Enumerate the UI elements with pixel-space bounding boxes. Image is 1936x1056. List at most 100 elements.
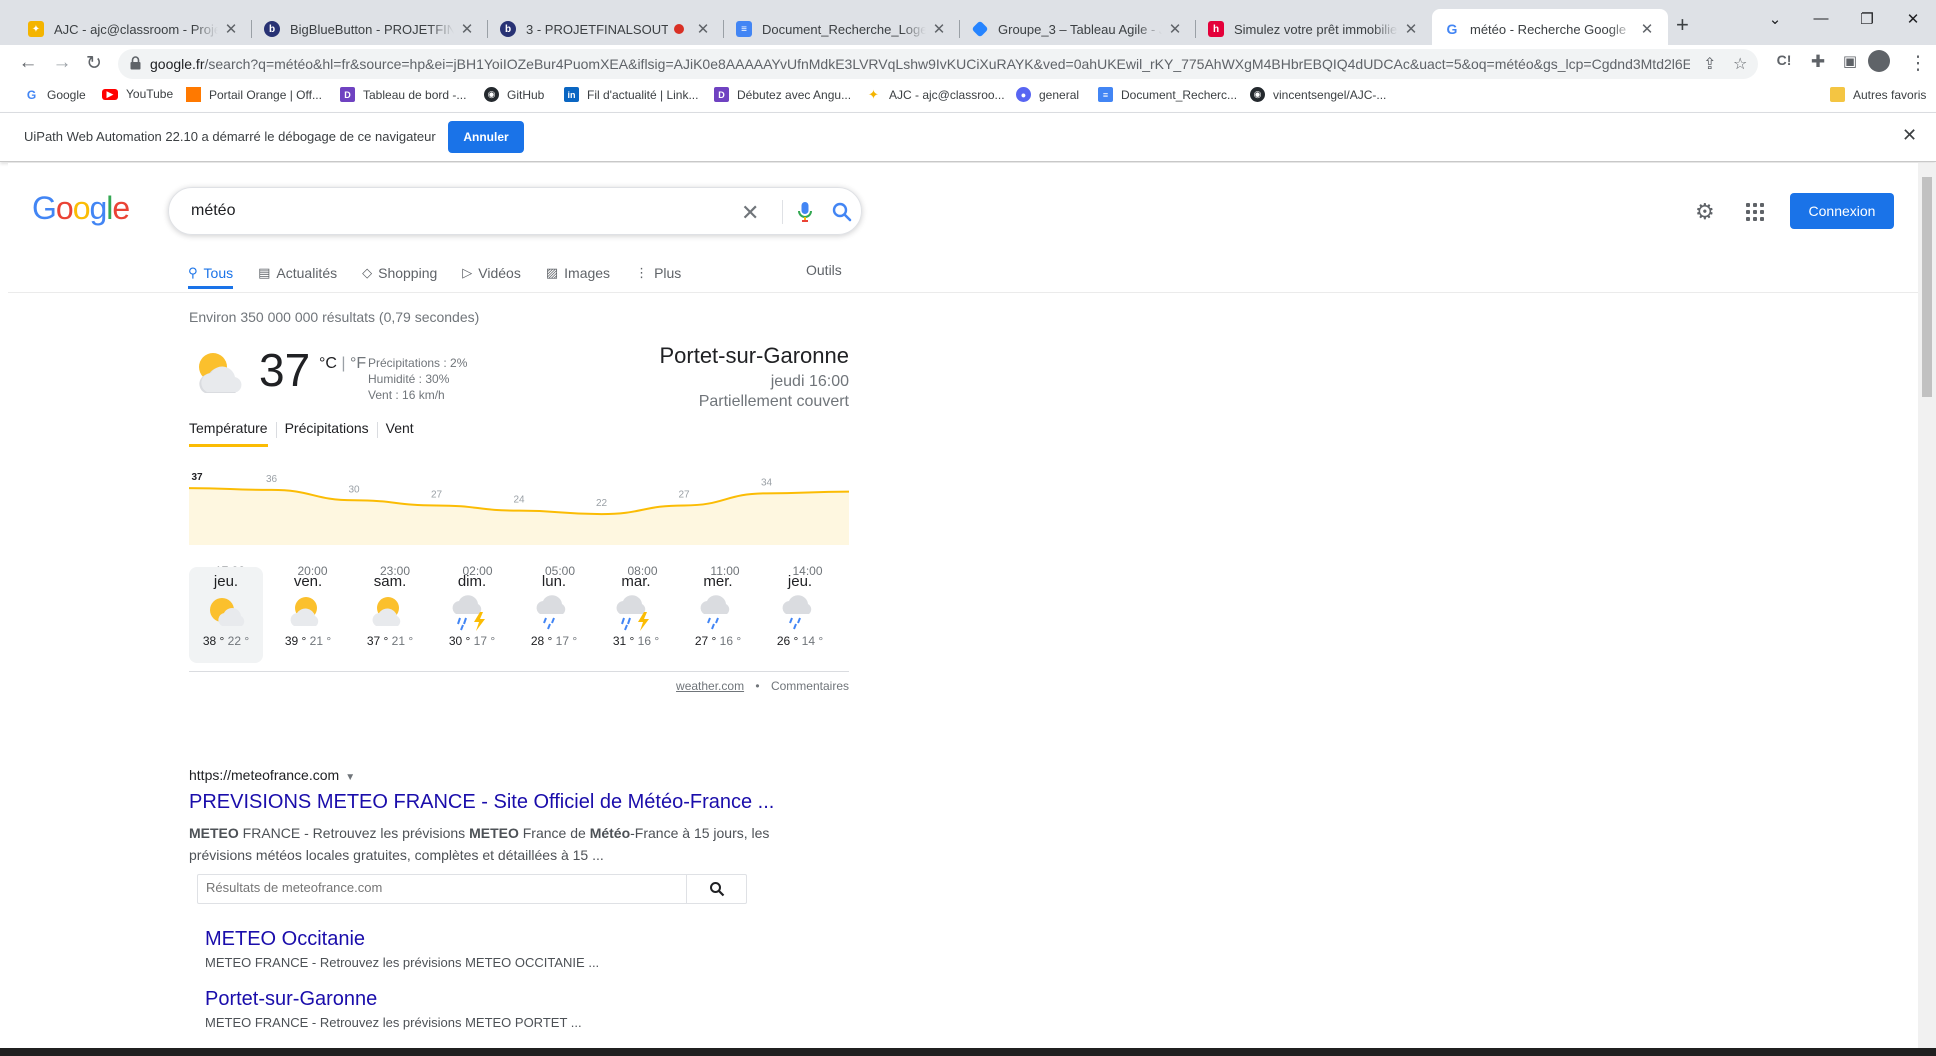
bookmark-item[interactable]: G Google bbox=[24, 87, 86, 102]
browser-tab[interactable]: ✦ AJC - ajc@classroom - Projet Fin ✕ bbox=[16, 9, 252, 49]
browser-tab[interactable]: Groupe_3 – Tableau Agile - Jira ✕ bbox=[960, 9, 1196, 49]
side-panel-icon[interactable]: ▣ bbox=[1838, 52, 1862, 70]
bookmark-item[interactable]: ● general bbox=[1016, 87, 1079, 102]
day-name: sam. bbox=[373, 573, 407, 590]
close-tab-icon[interactable]: ✕ bbox=[1166, 20, 1184, 38]
site-search-button[interactable] bbox=[686, 875, 746, 903]
close-window-button[interactable]: ✕ bbox=[1890, 10, 1936, 28]
recording-icon bbox=[674, 24, 684, 34]
bookmark-item[interactable]: ✦ AJC - ajc@classroo... bbox=[866, 87, 1005, 102]
bookmark-label: Débutez avec Angu... bbox=[737, 87, 852, 102]
browser-tab[interactable]: b 3 - PROJETFINALSOUTENAN ✕ bbox=[488, 9, 724, 49]
forward-button[interactable]: → bbox=[50, 52, 74, 74]
bookmark-item[interactable]: Portail Orange | Off... bbox=[186, 87, 322, 102]
browser-tab[interactable]: ≡ Document_Recherche_Logemen ✕ bbox=[724, 9, 960, 49]
tab-more[interactable]: ⋮ Plus bbox=[635, 261, 681, 285]
taskbar bbox=[0, 1048, 1936, 1056]
browser-tab[interactable]: b BigBlueButton - PROJETFINALSO ✕ bbox=[252, 9, 488, 49]
search-box[interactable]: ✕ bbox=[168, 187, 862, 235]
close-tab-icon[interactable]: ✕ bbox=[222, 20, 240, 38]
bookmark-item[interactable]: in Fil d'actualité | Link... bbox=[564, 87, 698, 102]
address-bar[interactable]: google.fr/search?q=météo&hl=fr&source=hp… bbox=[118, 49, 1758, 79]
forecast-day[interactable]: lun. 28 ° 17 ° bbox=[517, 567, 591, 663]
cancel-button[interactable]: Annuler bbox=[448, 121, 524, 153]
signin-button[interactable]: Connexion bbox=[1790, 193, 1894, 229]
bookmark-item[interactable]: ◉ GitHub bbox=[484, 87, 544, 102]
news-icon: ▤ bbox=[258, 265, 271, 280]
extensions-puzzle-icon[interactable]: ✚ bbox=[1806, 52, 1830, 72]
close-tab-icon[interactable]: ✕ bbox=[1402, 20, 1420, 38]
clear-icon[interactable]: ✕ bbox=[741, 200, 759, 226]
close-icon[interactable]: ✕ bbox=[1902, 125, 1917, 146]
url-text[interactable]: google.fr/search?q=météo&hl=fr&source=hp… bbox=[150, 56, 1690, 72]
result-url[interactable]: https://meteofrance.com ▼ bbox=[189, 767, 829, 783]
forecast-day[interactable]: dim. 30 ° 17 ° bbox=[435, 567, 509, 663]
bookmark-item[interactable]: D Débutez avec Angu... bbox=[714, 87, 851, 102]
celsius-toggle[interactable]: °C bbox=[319, 355, 337, 372]
scrollbar-thumb[interactable] bbox=[1922, 177, 1932, 397]
forecast-day[interactable]: ven. 39 ° 21 ° bbox=[271, 567, 345, 663]
close-tab-icon[interactable]: ✕ bbox=[930, 20, 948, 38]
restore-button[interactable]: ❐ bbox=[1844, 10, 1890, 28]
forecast-day[interactable]: mer. 27 ° 16 ° bbox=[681, 567, 755, 663]
forecast-day[interactable]: sam. 37 ° 21 ° bbox=[353, 567, 427, 663]
close-tab-icon[interactable]: ✕ bbox=[694, 20, 712, 38]
result-title-link[interactable]: PREVISIONS METEO FRANCE - Site Officiel … bbox=[189, 791, 829, 814]
lock-icon[interactable] bbox=[130, 56, 141, 70]
chrome-menu-icon[interactable]: ⋮ bbox=[1906, 52, 1930, 75]
gear-icon[interactable]: ⚙ bbox=[1695, 199, 1715, 225]
extension-ci-icon[interactable]: C! bbox=[1772, 52, 1796, 68]
sitelink-title[interactable]: Portet-sur-Garonne bbox=[205, 988, 829, 1011]
search-icon[interactable] bbox=[831, 201, 853, 223]
day-name: mer. bbox=[703, 573, 733, 590]
tab-shopping[interactable]: ◇ Shopping bbox=[362, 261, 437, 285]
browser-tab[interactable]: h Simulez votre prêt immobilier - ✕ bbox=[1196, 9, 1432, 49]
tab-images[interactable]: ▨ Images bbox=[546, 261, 610, 285]
weather-condition: Partiellement couvert bbox=[698, 393, 849, 410]
close-tab-icon[interactable]: ✕ bbox=[1638, 20, 1656, 38]
search-input[interactable] bbox=[191, 202, 711, 220]
chevron-down-icon[interactable]: ▼ bbox=[345, 772, 355, 783]
fahrenheit-toggle[interactable]: °F bbox=[350, 355, 366, 372]
bookmark-item[interactable]: ◉ vincentsengel/AJC-... bbox=[1250, 87, 1386, 102]
feedback-link[interactable]: Commentaires bbox=[771, 679, 849, 693]
day-name: ven. bbox=[293, 573, 323, 590]
rain-icon bbox=[700, 595, 730, 630]
tools-button[interactable]: Outils bbox=[806, 262, 842, 278]
avatar[interactable] bbox=[1868, 50, 1892, 72]
scrollbar[interactable] bbox=[1918, 163, 1936, 1048]
tab-precipitation[interactable]: Précipitations bbox=[285, 420, 369, 447]
forecast-day[interactable]: jeu. 38 ° 22 ° bbox=[189, 567, 263, 663]
orange-icon bbox=[186, 87, 201, 102]
google-logo[interactable]: Google bbox=[32, 190, 130, 227]
tab-search-icon[interactable]: ⌄ bbox=[1752, 10, 1798, 28]
back-button[interactable]: ← bbox=[16, 52, 40, 74]
reload-button[interactable]: ↻ bbox=[82, 52, 106, 75]
source-link[interactable]: weather.com bbox=[676, 679, 744, 693]
tab-videos[interactable]: ▷ Vidéos bbox=[462, 261, 521, 285]
bookmark-item[interactable]: D Tableau de bord -... bbox=[340, 87, 466, 102]
minimize-button[interactable]: — bbox=[1798, 10, 1844, 27]
bookmark-label: Google bbox=[47, 87, 86, 102]
tab-wind[interactable]: Vent bbox=[386, 420, 414, 447]
bookmark-star-icon[interactable]: ☆ bbox=[1733, 54, 1747, 74]
bookmark-item[interactable]: ▶ YouTube bbox=[102, 87, 173, 101]
sitelink-title[interactable]: METEO Occitanie bbox=[205, 928, 829, 951]
forecast-day[interactable]: mar. 31 ° 16 ° bbox=[599, 567, 673, 663]
forecast-day[interactable]: jeu. 26 ° 14 ° bbox=[763, 567, 837, 663]
browser-tab-active[interactable]: G météo - Recherche Google ✕ bbox=[1432, 9, 1668, 49]
apps-grid-icon[interactable] bbox=[1746, 203, 1764, 221]
other-bookmarks[interactable]: Autres favoris bbox=[1830, 87, 1926, 102]
close-tab-icon[interactable]: ✕ bbox=[458, 20, 476, 38]
site-search-box[interactable] bbox=[197, 874, 747, 904]
site-search-input[interactable] bbox=[206, 880, 676, 895]
tab-all[interactable]: ⚲ Tous bbox=[188, 261, 234, 289]
new-tab-button[interactable]: + bbox=[1676, 12, 1689, 38]
search-icon bbox=[709, 882, 724, 897]
search-result: https://meteofrance.com ▼ PREVISIONS METE… bbox=[189, 767, 829, 1030]
bookmark-item[interactable]: ≡ Document_Recherc... bbox=[1098, 87, 1237, 102]
tab-temperature[interactable]: Température bbox=[189, 420, 268, 447]
mic-icon[interactable] bbox=[797, 201, 813, 223]
share-icon[interactable]: ⇪ bbox=[1703, 54, 1716, 74]
tab-news[interactable]: ▤ Actualités bbox=[258, 261, 337, 285]
